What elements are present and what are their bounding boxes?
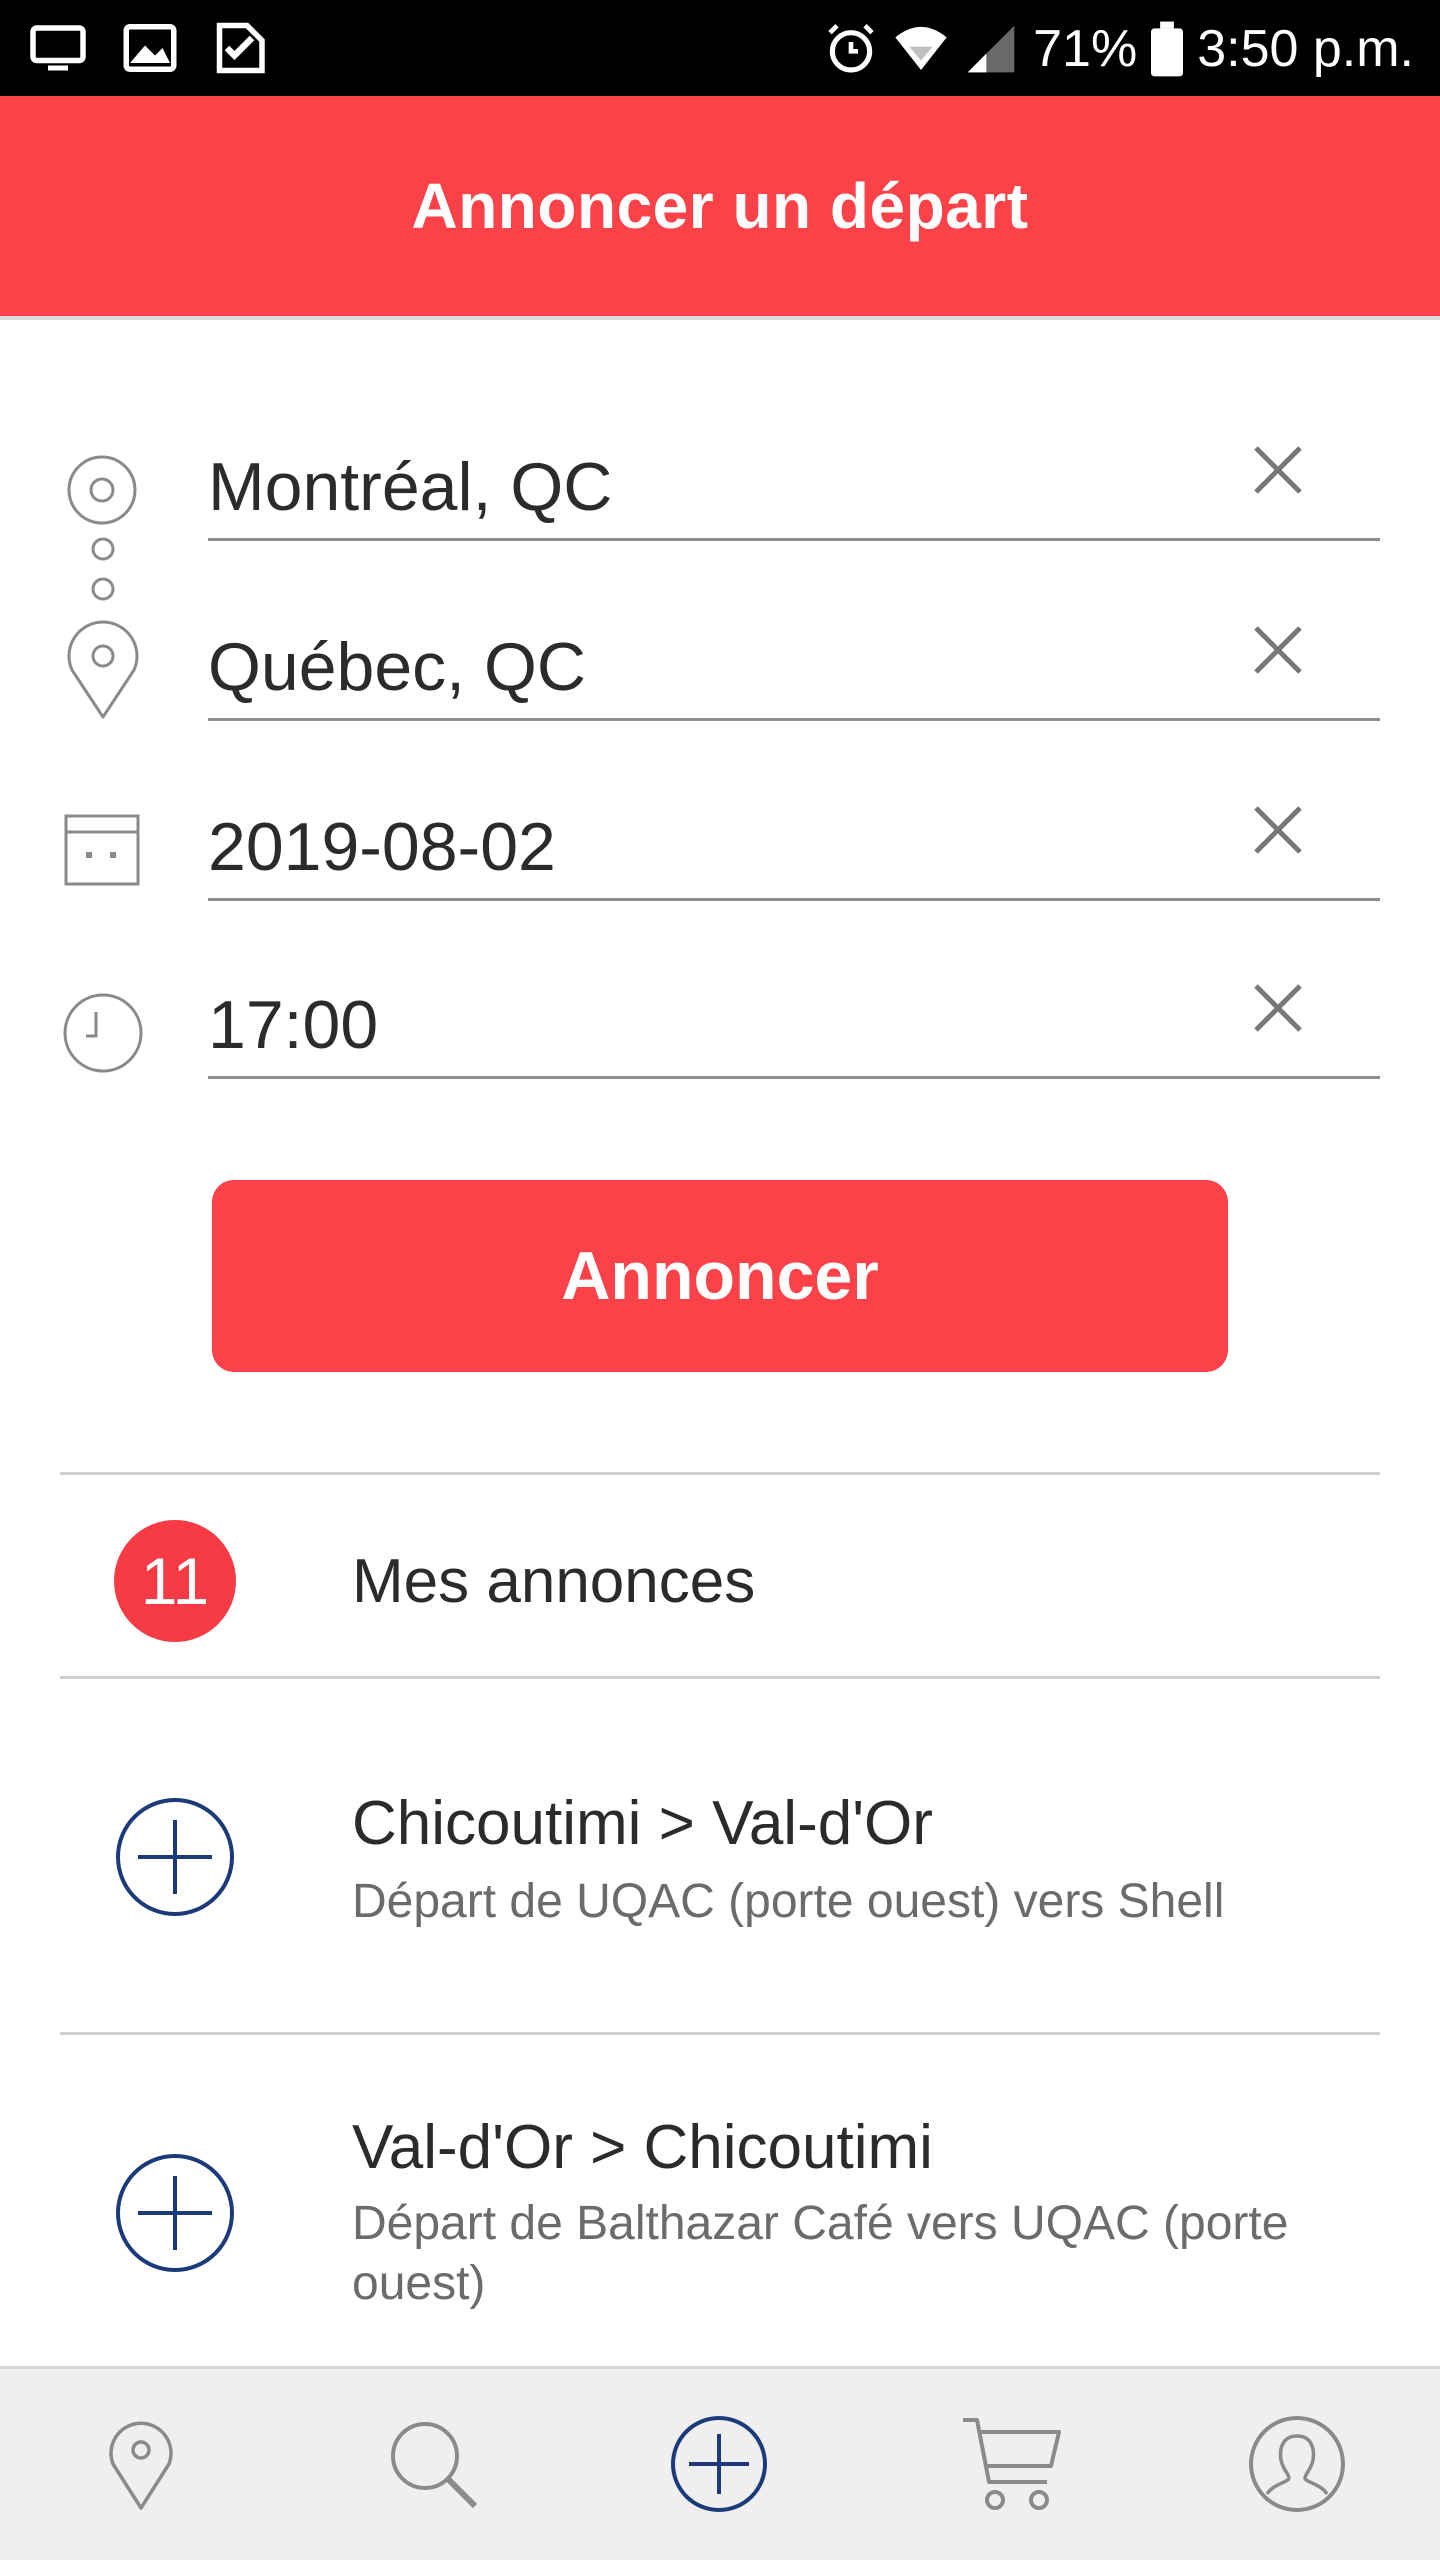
wifi-icon (895, 26, 947, 70)
map-pin-icon (67, 620, 139, 719)
origin-underline (208, 538, 1380, 541)
origin-input[interactable]: Montréal, QC (208, 448, 612, 526)
nav-map-button[interactable] (86, 2409, 196, 2519)
trip-subtitle: Départ de Balthazar Café vers UQAC (port… (352, 2197, 1289, 2310)
announce-button[interactable]: Annoncer (212, 1180, 1228, 1372)
clear-date-icon[interactable] (1248, 800, 1308, 860)
monitor-icon (30, 25, 86, 71)
nav-profile-button[interactable] (1242, 2409, 1352, 2519)
origin-target-icon (67, 455, 137, 525)
battery-icon (1151, 21, 1184, 77)
trip-item[interactable]: Val-d'Or > Chicoutimi Départ de Balthaza… (0, 2036, 1440, 2366)
clear-origin-icon[interactable] (1248, 440, 1308, 500)
my-announcements-row[interactable]: 11 Mes annonces (0, 1476, 1440, 1676)
time-underline (208, 1076, 1380, 1079)
clock-time: 3:50 p.m. (1197, 20, 1414, 78)
calendar-icon (64, 814, 140, 886)
my-announcements-label: Mes annonces (352, 1547, 756, 1616)
trip-subtitle: Départ de UQAC (porte ouest) vers Shell (352, 1875, 1225, 1928)
map-pin-icon (109, 2421, 173, 2510)
profile-icon (1249, 2416, 1345, 2512)
status-bar: 71% 3:50 p.m. (0, 0, 1440, 96)
destination-input[interactable]: Québec, QC (208, 628, 586, 706)
divider-top (60, 1472, 1380, 1475)
route-dots-icon (91, 537, 115, 601)
date-underline (208, 898, 1380, 901)
clear-time-icon[interactable] (1248, 978, 1308, 1038)
nav-add-button[interactable] (664, 2409, 774, 2519)
clear-destination-icon[interactable] (1248, 620, 1308, 680)
divider-trips (60, 2032, 1380, 2035)
announcements-count-badge: 11 (114, 1520, 236, 1642)
status-left-icons (28, 18, 272, 78)
trip-title: Chicoutimi > Val-d'Or (352, 1789, 933, 1858)
bottom-nav (0, 2366, 1440, 2560)
alarm-icon (828, 24, 874, 73)
signal-icon (967, 25, 1015, 73)
add-circle-icon (671, 2416, 767, 2512)
page-title: Annoncer un départ (411, 170, 1029, 242)
cart-icon (963, 2418, 1061, 2510)
divider-mid (60, 1676, 1380, 1679)
clock-icon (63, 993, 143, 1073)
checklist-icon (216, 22, 265, 74)
battery-percent: 71% (1033, 20, 1138, 78)
nav-search-button[interactable] (378, 2409, 488, 2519)
nav-cart-button[interactable] (956, 2409, 1066, 2519)
trip-item[interactable]: Chicoutimi > Val-d'Or Départ de UQAC (po… (0, 1680, 1440, 2032)
add-circle-icon[interactable] (114, 1796, 236, 1918)
status-right: 71% 3:50 p.m. (823, 14, 1414, 84)
image-icon (123, 24, 177, 72)
trip-title: Val-d'Or > Chicoutimi (352, 2113, 933, 2182)
destination-underline (208, 718, 1380, 721)
app-header: Annoncer un départ (0, 96, 1440, 320)
search-icon (391, 2422, 478, 2509)
add-circle-icon[interactable] (114, 2152, 236, 2274)
time-input[interactable]: 17:00 (208, 986, 378, 1064)
date-input[interactable]: 2019-08-02 (208, 808, 556, 886)
